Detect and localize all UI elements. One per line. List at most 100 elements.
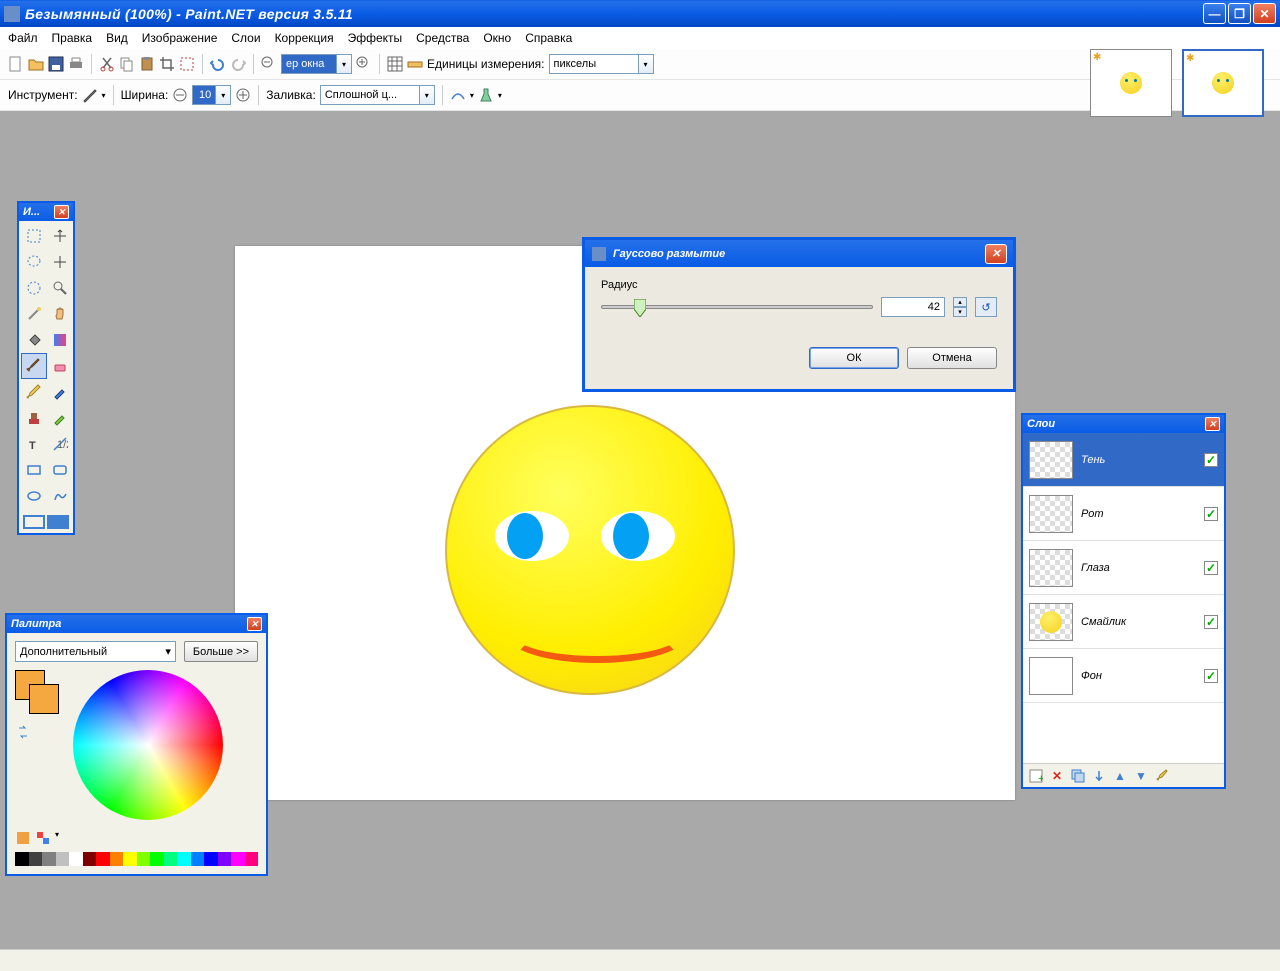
- color-swatches[interactable]: [15, 670, 65, 720]
- menu-file[interactable]: Файл: [8, 31, 38, 45]
- layer-visibility-checkbox[interactable]: ✓: [1204, 669, 1218, 683]
- strip-color[interactable]: [69, 852, 83, 866]
- crop-icon[interactable]: [159, 56, 175, 72]
- layer-duplicate-button[interactable]: [1069, 767, 1087, 785]
- layer-row[interactable]: Глаза✓: [1023, 541, 1224, 595]
- tool-pan[interactable]: [47, 301, 73, 327]
- menu-image[interactable]: Изображение: [142, 31, 218, 45]
- maximize-button[interactable]: ❐: [1228, 3, 1251, 24]
- tool-zoom[interactable]: [47, 275, 73, 301]
- strip-color[interactable]: [15, 852, 29, 866]
- menu-edit[interactable]: Правка: [52, 31, 93, 45]
- flask-icon[interactable]: [478, 87, 494, 103]
- strip-color[interactable]: [231, 852, 245, 866]
- radius-reset-button[interactable]: ↺: [975, 297, 997, 317]
- layers-titlebar[interactable]: Слои ✕: [1023, 415, 1224, 433]
- secondary-color-swatch[interactable]: [29, 684, 59, 714]
- radius-spin-up[interactable]: ▴: [953, 297, 967, 307]
- width-input[interactable]: [192, 85, 216, 105]
- units-dropdown-button[interactable]: ▾: [639, 54, 654, 74]
- tool-bucket[interactable]: [21, 327, 47, 353]
- menu-help[interactable]: Справка: [525, 31, 572, 45]
- tools-titlebar[interactable]: И... ✕: [19, 203, 73, 221]
- dialog-close-button[interactable]: ✕: [985, 244, 1007, 264]
- zoom-out-icon[interactable]: [261, 56, 277, 72]
- layers-close-button[interactable]: ✕: [1205, 417, 1220, 431]
- tool-freeform[interactable]: [47, 483, 73, 509]
- layer-row[interactable]: Рот✓: [1023, 487, 1224, 541]
- zoom-dropdown-button[interactable]: ▾: [337, 54, 352, 74]
- redo-icon[interactable]: [230, 56, 246, 72]
- strip-color[interactable]: [42, 852, 56, 866]
- ok-button[interactable]: ОК: [809, 347, 899, 369]
- tool-eyedropper[interactable]: [47, 379, 73, 405]
- palette-manage-icon[interactable]: [35, 830, 51, 846]
- layer-visibility-checkbox[interactable]: ✓: [1204, 507, 1218, 521]
- tool-eraser[interactable]: [47, 353, 73, 379]
- tool-pencil[interactable]: [21, 379, 47, 405]
- grid-icon[interactable]: [387, 56, 403, 72]
- layer-row[interactable]: Смайлик✓: [1023, 595, 1224, 649]
- tool-rounded-rect[interactable]: [47, 457, 73, 483]
- layer-merge-button[interactable]: [1090, 767, 1108, 785]
- menu-adjust[interactable]: Коррекция: [275, 31, 334, 45]
- brush-tool-icon[interactable]: [82, 87, 98, 103]
- menu-effects[interactable]: Эффекты: [348, 31, 403, 45]
- tool-rect-select[interactable]: [21, 223, 47, 249]
- curve-dropdown-icon[interactable]: ▾: [470, 91, 474, 100]
- layer-up-button[interactable]: ▲: [1111, 767, 1129, 785]
- new-icon[interactable]: [8, 56, 24, 72]
- undo-icon[interactable]: [210, 56, 226, 72]
- tool-lasso[interactable]: [21, 249, 47, 275]
- tool-ellipse-select[interactable]: [21, 275, 47, 301]
- add-palette-icon[interactable]: [15, 830, 31, 846]
- palette-titlebar[interactable]: Палитра ✕: [7, 615, 266, 633]
- save-icon[interactable]: [48, 56, 64, 72]
- zoom-in-icon[interactable]: [356, 56, 372, 72]
- paste-icon[interactable]: [139, 56, 155, 72]
- width-decrease-icon[interactable]: [172, 87, 188, 103]
- zoom-input[interactable]: [281, 54, 337, 74]
- layer-down-button[interactable]: ▼: [1132, 767, 1150, 785]
- doc-thumb-1[interactable]: ✱: [1090, 49, 1172, 117]
- palette-mode-combo[interactable]: Дополнительный ▾: [15, 641, 176, 662]
- dialog-titlebar[interactable]: Гауссово размытие ✕: [585, 240, 1013, 267]
- strip-color[interactable]: [245, 852, 259, 866]
- copy-icon[interactable]: [119, 56, 135, 72]
- units-input[interactable]: [549, 54, 639, 74]
- fill-dropdown-button[interactable]: ▾: [420, 85, 435, 105]
- radius-slider[interactable]: [601, 305, 873, 309]
- shape-outline-icon[interactable]: [23, 515, 45, 529]
- minimize-button[interactable]: —: [1203, 3, 1226, 24]
- strip-color[interactable]: [177, 852, 191, 866]
- layer-visibility-checkbox[interactable]: ✓: [1204, 561, 1218, 575]
- strip-color[interactable]: [137, 852, 151, 866]
- strip-color[interactable]: [56, 852, 70, 866]
- strip-color[interactable]: [96, 852, 110, 866]
- color-strip[interactable]: [15, 852, 258, 866]
- width-increase-icon[interactable]: [235, 87, 251, 103]
- close-button[interactable]: ✕: [1253, 3, 1276, 24]
- layer-visibility-checkbox[interactable]: ✓: [1204, 453, 1218, 467]
- tool-text[interactable]: T: [21, 431, 47, 457]
- strip-color[interactable]: [164, 852, 178, 866]
- print-icon[interactable]: [68, 56, 84, 72]
- tools-window[interactable]: И... ✕ T 1/2: [17, 201, 75, 535]
- tool-dropdown-icon[interactable]: ▾: [102, 91, 106, 100]
- fill-combo[interactable]: ▾: [320, 85, 435, 105]
- strip-color[interactable]: [83, 852, 97, 866]
- layer-row[interactable]: Фон✓: [1023, 649, 1224, 703]
- strip-color[interactable]: [204, 852, 218, 866]
- tool-clone[interactable]: [21, 405, 47, 431]
- doc-thumb-2[interactable]: ✱: [1182, 49, 1264, 117]
- tool-gradient[interactable]: [47, 327, 73, 353]
- deselect-icon[interactable]: [179, 56, 195, 72]
- layer-properties-button[interactable]: [1153, 767, 1171, 785]
- strip-color[interactable]: [110, 852, 124, 866]
- tool-ellipse[interactable]: [21, 483, 47, 509]
- cut-icon[interactable]: [99, 56, 115, 72]
- slider-thumb[interactable]: [634, 299, 646, 317]
- cancel-button[interactable]: Отмена: [907, 347, 997, 369]
- open-icon[interactable]: [28, 56, 44, 72]
- gaussian-blur-dialog[interactable]: Гауссово размытие ✕ Радиус ▴ ▾ ↺ ОК Отме…: [582, 237, 1016, 392]
